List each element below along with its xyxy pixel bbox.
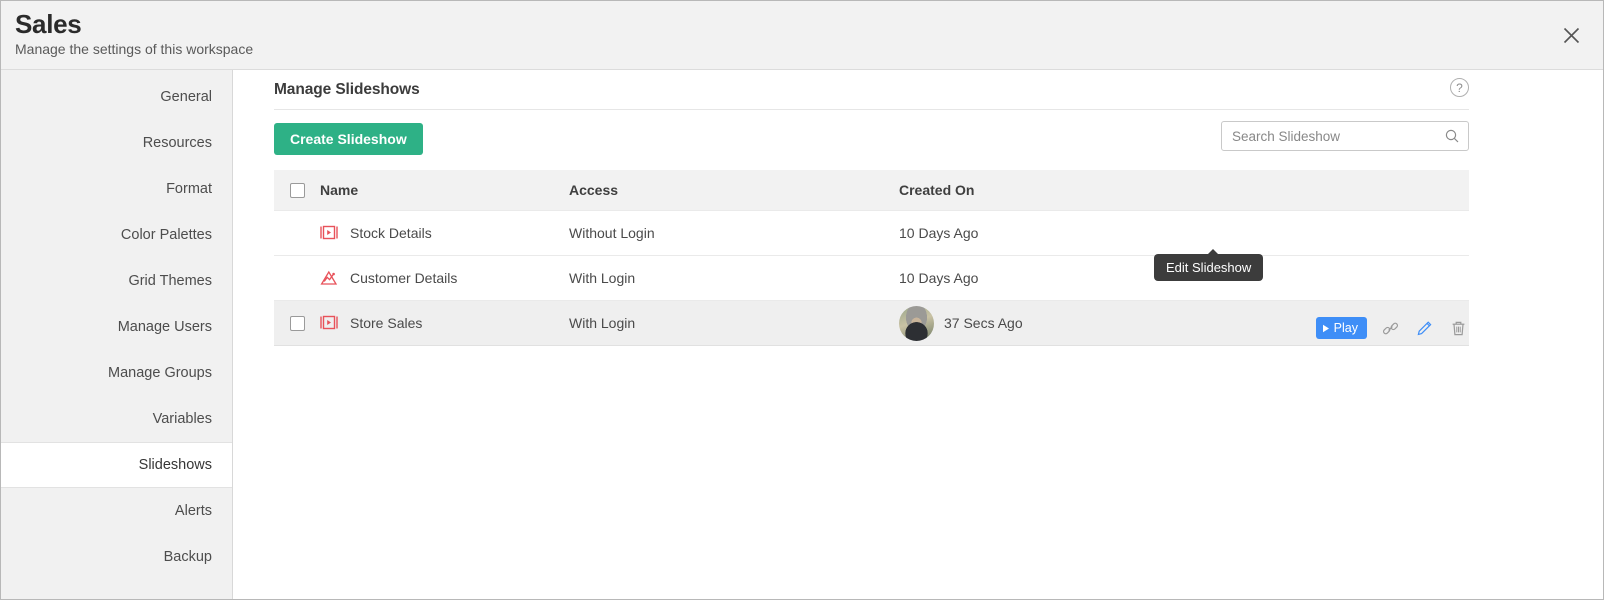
row-name-cell: Stock Details [320, 225, 569, 241]
avatar [899, 305, 934, 341]
chart-icon [320, 270, 350, 286]
row-actions: Play [1315, 306, 1469, 351]
search-slideshow-box[interactable] [1221, 121, 1469, 151]
select-all-cell [274, 182, 320, 198]
sidebar-item-label: Manage Groups [108, 365, 212, 381]
sidebar-item-grid-themes[interactable]: Grid Themes [1, 258, 232, 304]
sidebar-item-label: General [160, 89, 212, 105]
sidebar-item-color-palettes[interactable]: Color Palettes [1, 212, 232, 258]
settings-content: Manage Slideshows ? Create Slideshow Sea… [233, 70, 1603, 599]
link-icon[interactable] [1379, 317, 1401, 339]
table-row[interactable]: Store Sales With Login 37 Secs Ago Play [274, 300, 1469, 345]
sidebar-item-resources[interactable]: Resources [1, 120, 232, 166]
page-subtitle: Manage the settings of this workspace [15, 41, 254, 57]
table-row[interactable]: Stock Details Without Login 10 Days Ago [274, 210, 1469, 255]
row-created-cell: 37 Secs Ago Play [899, 305, 1469, 341]
row-name-cell: Store Sales [320, 315, 569, 331]
settings-sidebar: General Resources Format Color Palettes … [1, 70, 233, 599]
sidebar-item-general[interactable]: General [1, 74, 232, 120]
column-header-created-on: Created On [899, 182, 975, 198]
play-button[interactable]: Play [1315, 317, 1367, 339]
row-created-cell: 10 Days Ago [899, 225, 1469, 241]
pencil-icon[interactable] [1413, 317, 1435, 339]
play-icon [1322, 324, 1329, 332]
sidebar-item-alerts[interactable]: Alerts [1, 488, 232, 534]
column-header-access: Access [569, 182, 619, 198]
row-name-label: Store Sales [350, 315, 423, 331]
panel-toolbar: Create Slideshow [274, 121, 1469, 155]
edit-slideshow-tooltip: Edit Slideshow [1154, 249, 1264, 281]
row-name-label: Customer Details [350, 270, 458, 286]
row-created-label: 10 Days Ago [899, 225, 979, 241]
row-created-label: 10 Days Ago [899, 270, 979, 286]
sidebar-item-label: Resources [142, 135, 212, 151]
slideshow-icon [320, 225, 350, 241]
row-checkbox[interactable] [289, 315, 305, 331]
sidebar-item-label: Format [166, 181, 212, 197]
table-row[interactable]: Customer Details With Login 10 Days Ago [274, 255, 1469, 300]
sidebar-item-label: Color Palettes [120, 227, 212, 243]
select-all-checkbox[interactable] [289, 182, 305, 198]
window-body: General Resources Format Color Palettes … [1, 70, 1603, 599]
title-block: Sales Manage the settings of this worksp… [15, 9, 253, 58]
help-icon[interactable]: ? [1450, 78, 1469, 97]
close-icon [1563, 27, 1579, 43]
row-access-label: With Login [569, 270, 636, 286]
panel-header: Manage Slideshows ? [274, 70, 1469, 110]
sidebar-item-slideshows[interactable]: Slideshows [1, 442, 232, 488]
window-titlebar: Sales Manage the settings of this worksp… [1, 1, 1603, 70]
row-select-cell [274, 315, 320, 331]
sidebar-item-label: Slideshows [138, 457, 212, 473]
page-title: Sales [15, 9, 82, 39]
slideshows-table: Name Access Created On Stock Details Wit… [274, 170, 1469, 346]
table-header-row: Name Access Created On [274, 170, 1469, 210]
sidebar-item-variables[interactable]: Variables [1, 396, 232, 442]
play-button-label: Play [1333, 320, 1358, 335]
sidebar-item-label: Backup [163, 549, 212, 565]
column-header-name: Name [320, 182, 359, 198]
sidebar-item-label: Manage Users [117, 319, 212, 335]
sidebar-item-manage-users[interactable]: Manage Users [1, 304, 232, 350]
close-button[interactable] [1553, 17, 1589, 53]
row-access-label: Without Login [569, 225, 655, 241]
row-name-label: Stock Details [350, 225, 432, 241]
row-name-cell: Customer Details [320, 270, 569, 286]
sidebar-item-backup[interactable]: Backup [1, 534, 232, 580]
sidebar-item-label: Variables [152, 411, 212, 427]
sidebar-item-label: Alerts [174, 503, 212, 519]
sidebar-item-manage-groups[interactable]: Manage Groups [1, 350, 232, 396]
sidebar-item-format[interactable]: Format [1, 166, 232, 212]
row-access-label: With Login [569, 315, 636, 331]
row-created-label: 37 Secs Ago [944, 315, 1023, 331]
trash-icon[interactable] [1447, 317, 1469, 339]
slideshow-icon [320, 315, 350, 331]
create-slideshow-button[interactable]: Create Slideshow [274, 123, 423, 155]
sidebar-item-label: Grid Themes [128, 273, 212, 289]
search-icon[interactable] [1445, 129, 1468, 143]
search-input[interactable] [1222, 128, 1445, 144]
settings-window: Sales Manage the settings of this worksp… [0, 0, 1604, 600]
panel-title: Manage Slideshows [274, 80, 420, 98]
